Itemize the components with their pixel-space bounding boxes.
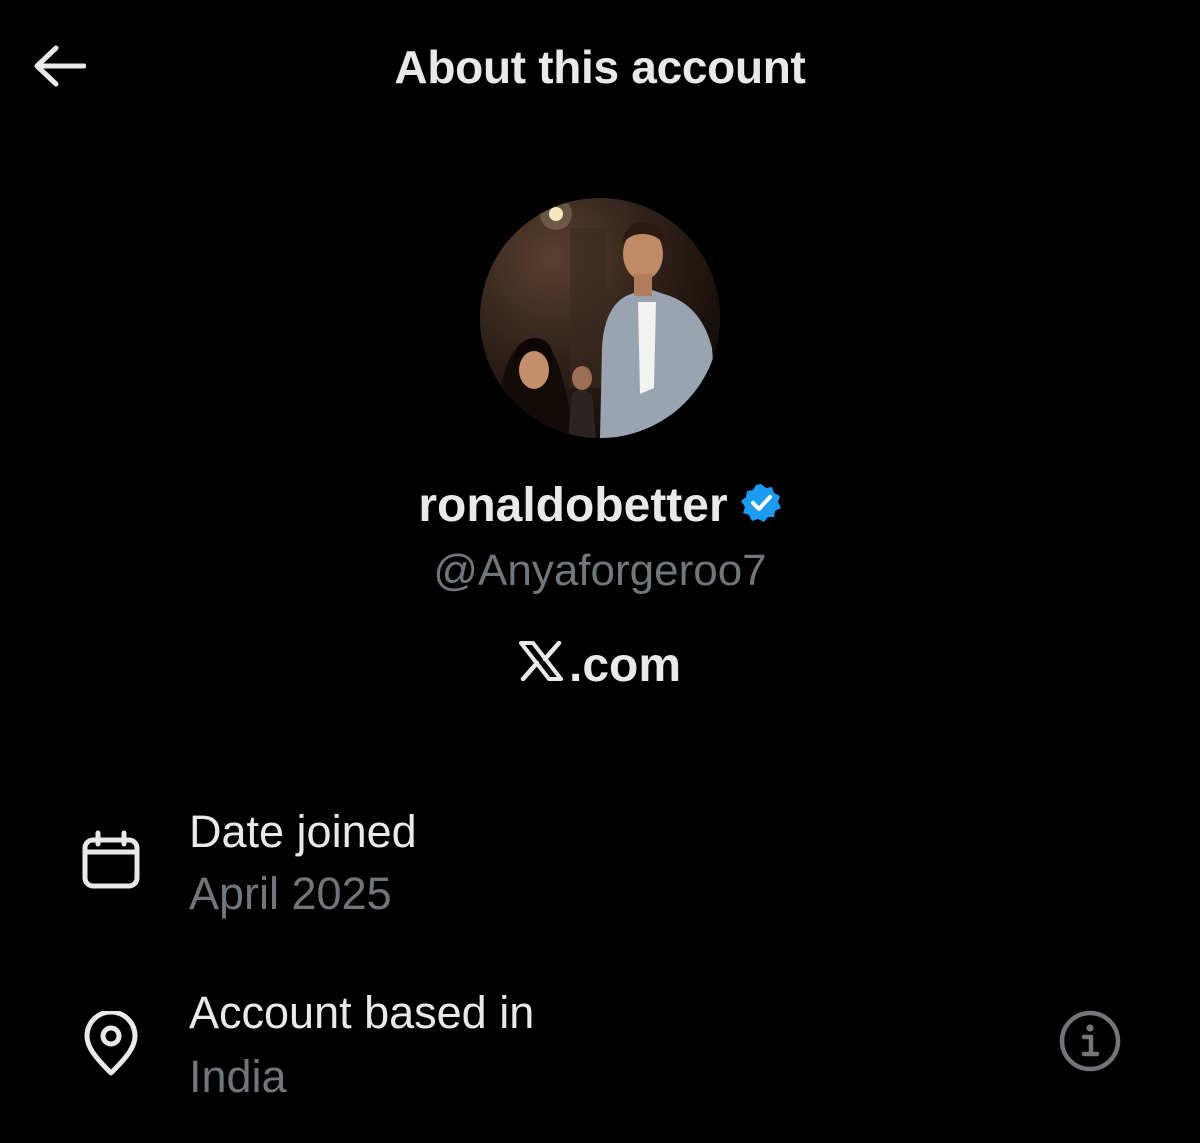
calendar-icon bbox=[76, 826, 146, 896]
website-link[interactable]: .com bbox=[0, 638, 1200, 693]
date-joined-row: Date joined April 2025 bbox=[0, 800, 1200, 930]
top-bar: About this account bbox=[0, 0, 1200, 136]
avatar-photo bbox=[480, 198, 720, 438]
display-name: ronaldobetter bbox=[418, 479, 728, 532]
date-joined-label: Date joined bbox=[189, 806, 417, 857]
location-info-button[interactable] bbox=[1054, 1007, 1126, 1079]
handle: @Anyaforgeroo7 bbox=[433, 546, 767, 595]
page-title: About this account bbox=[394, 41, 806, 93]
avatar[interactable] bbox=[480, 198, 720, 438]
account-based-in-row: Account based in India bbox=[0, 985, 1200, 1115]
website-suffix: .com bbox=[568, 639, 682, 692]
location-pin-icon bbox=[76, 1009, 146, 1079]
profile-name-row: ronaldobetter bbox=[0, 478, 1200, 533]
account-based-in-value: India bbox=[189, 1051, 287, 1102]
info-icon bbox=[1058, 1009, 1122, 1078]
date-joined-value: April 2025 bbox=[189, 868, 392, 919]
x-logo-icon bbox=[518, 638, 563, 693]
account-based-in-label: Account based in bbox=[189, 987, 535, 1038]
verified-badge-icon bbox=[740, 482, 782, 529]
